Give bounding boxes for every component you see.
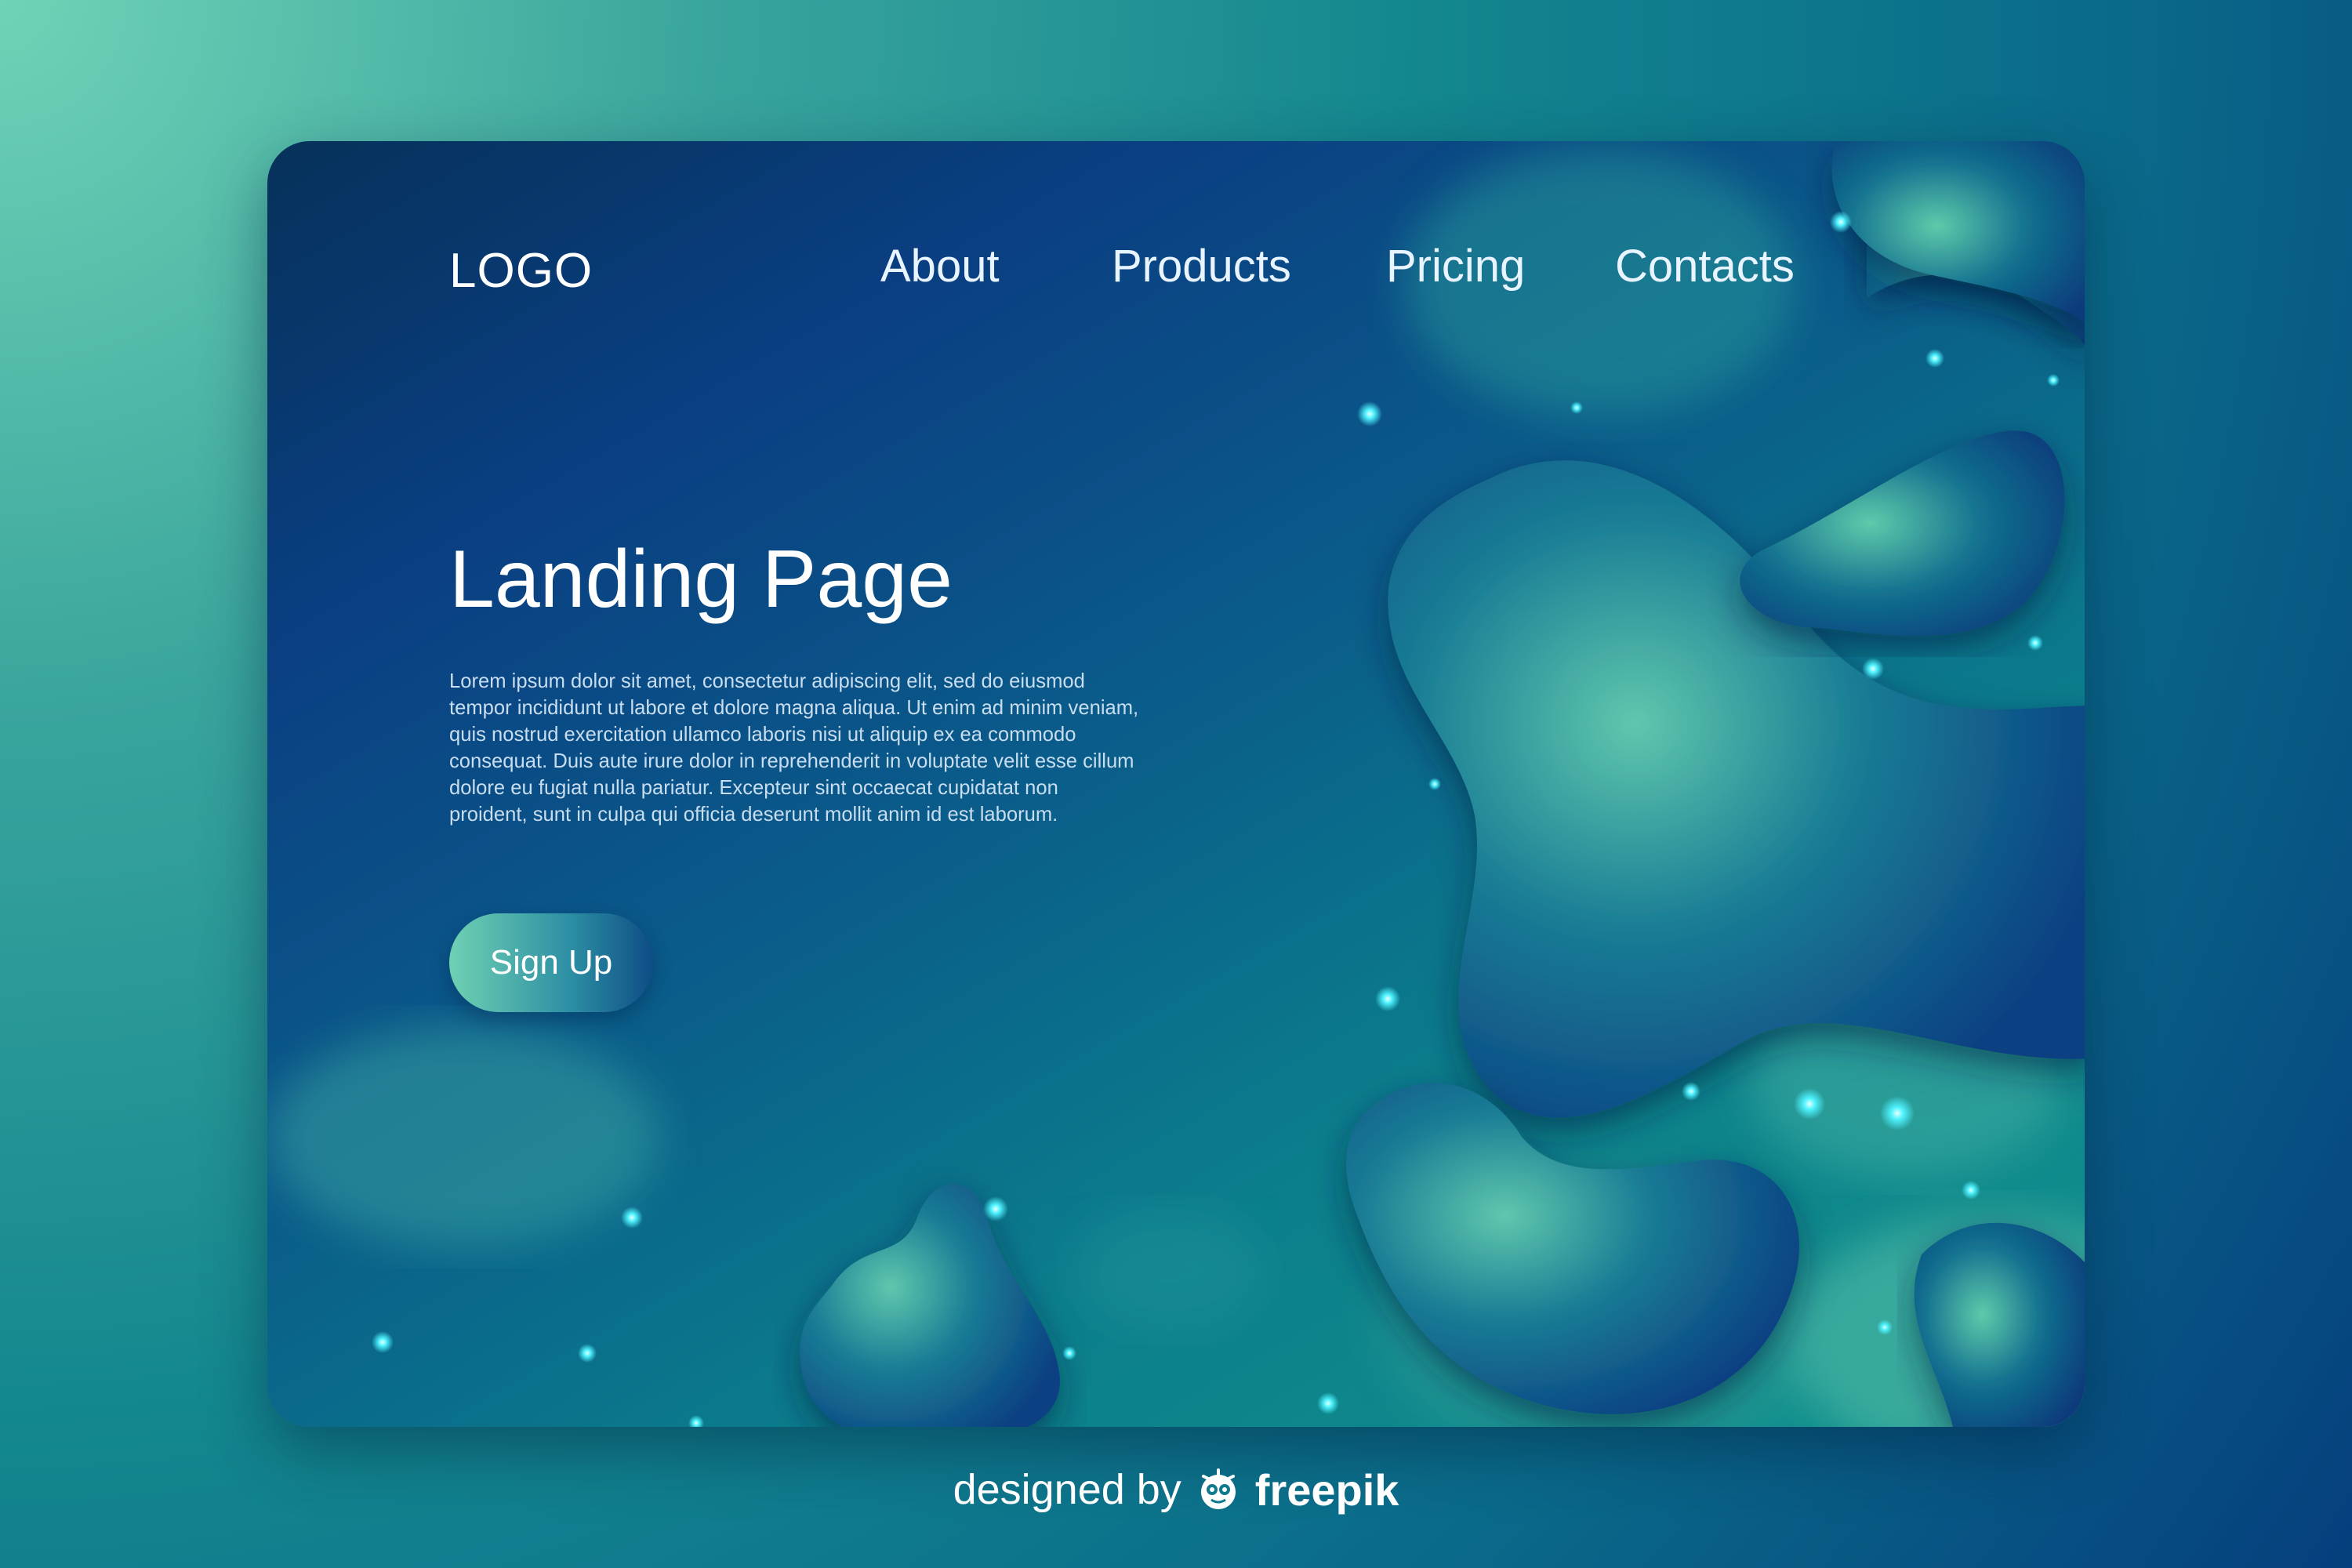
nav-products-link[interactable]: Products [1112,240,1291,292]
nav-pricing-link[interactable]: Pricing [1386,240,1525,292]
attribution-brand: freepik [1254,1465,1399,1515]
sign-up-button[interactable]: Sign Up [449,913,653,1012]
nav-about-link[interactable]: About [880,240,1000,292]
attribution: designed by freepik [0,1458,2352,1521]
hero-title: Landing Page [449,534,953,625]
hero-description: Lorem ipsum dolor sit amet, consectetur … [449,670,1139,826]
main-nav: About Products Pricing Contacts [267,240,2085,303]
attribution-prefix: designed by [953,1466,1181,1513]
nav-contacts-link[interactable]: Contacts [1615,240,1795,292]
landing-card: LOGO About Products Pricing Contacts Lan… [267,141,2085,1427]
freepik-logo-icon [1200,1468,1236,1509]
